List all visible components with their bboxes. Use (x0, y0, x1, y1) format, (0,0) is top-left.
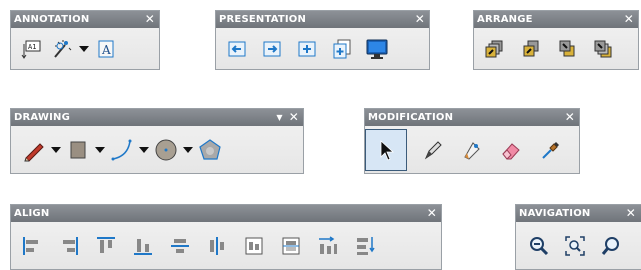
zoom-fit-icon[interactable] (562, 233, 588, 259)
annotation-dropdown-arrow-icon[interactable] (79, 36, 89, 62)
polygon-icon[interactable] (197, 137, 223, 163)
space-vertical-icon[interactable] (352, 233, 378, 259)
align-bottom-icon[interactable] (130, 233, 156, 259)
fill-icon[interactable] (459, 137, 485, 163)
drawing-title: DRAWING (14, 112, 71, 123)
drawing-titlebar[interactable]: DRAWING ▼ ✕ (11, 109, 303, 126)
drawing-toolbar: DRAWING ▼ ✕ (10, 108, 304, 174)
zoom-out-icon[interactable] (526, 233, 552, 259)
svg-text:A1: A1 (28, 43, 36, 51)
arrow-right-icon[interactable] (259, 36, 285, 62)
navigation-close-button[interactable]: ✕ (626, 205, 636, 222)
arrow-left-icon[interactable] (224, 36, 250, 62)
presentation-title: PRESENTATION (219, 14, 307, 25)
navigation-titlebar[interactable]: NAVIGATION ✕ (516, 205, 641, 222)
presentation-close-button[interactable]: ✕ (415, 11, 425, 28)
navigation-title: NAVIGATION (519, 208, 591, 219)
magic-wand-icon[interactable] (49, 36, 75, 62)
modification-titlebar[interactable]: MODIFICATION ✕ (365, 109, 579, 126)
align-right-icon[interactable] (56, 233, 82, 259)
align-left-icon[interactable] (19, 233, 45, 259)
bring-to-front-icon[interactable] (482, 36, 508, 62)
space-horizontal-icon[interactable] (315, 233, 341, 259)
rectangle-dropdown-arrow-icon[interactable] (95, 137, 105, 163)
arc-icon[interactable] (109, 137, 135, 163)
new-page-icon[interactable] (329, 36, 355, 62)
annotation-titlebar[interactable]: ANNOTATION ✕ (11, 11, 159, 28)
pencil-dropdown-arrow-icon[interactable] (51, 137, 61, 163)
align-toolbar: ALIGN ✕ (10, 204, 442, 270)
zoom-in-icon[interactable] (598, 233, 624, 259)
add-slide-icon[interactable] (294, 36, 320, 62)
rectangle-icon[interactable] (65, 137, 91, 163)
circle-icon[interactable] (153, 137, 179, 163)
align-center-vertical-icon[interactable] (204, 233, 230, 259)
distribute-horizontal-icon[interactable] (241, 233, 267, 259)
align-top-icon[interactable] (93, 233, 119, 259)
send-backward-icon[interactable] (554, 36, 580, 62)
annotation-toolbar: ANNOTATION ✕ A1 A (10, 10, 160, 70)
navigation-toolbar: NAVIGATION ✕ (515, 204, 641, 270)
send-to-back-icon[interactable] (590, 36, 616, 62)
distribute-vertical-icon[interactable] (278, 233, 304, 259)
presentation-toolbar: PRESENTATION ✕ (215, 10, 430, 70)
eraser-icon[interactable] (498, 137, 524, 163)
arrange-title: ARRANGE (477, 14, 533, 25)
eyedropper-icon[interactable] (537, 137, 563, 163)
align-titlebar[interactable]: ALIGN ✕ (11, 205, 441, 222)
align-close-button[interactable]: ✕ (427, 205, 437, 222)
pen-icon[interactable] (420, 137, 446, 163)
text-frame-icon[interactable]: A (93, 36, 119, 62)
monitor-icon[interactable] (364, 36, 390, 62)
pointer-icon[interactable] (365, 128, 407, 171)
text-box-icon[interactable]: A1 (19, 36, 45, 62)
arrange-titlebar[interactable]: ARRANGE ✕ (474, 11, 638, 28)
arc-dropdown-arrow-icon[interactable] (139, 137, 149, 163)
modification-title: MODIFICATION (368, 112, 454, 123)
svg-text:A: A (101, 43, 111, 57)
annotation-title: ANNOTATION (14, 14, 90, 25)
drawing-close-button[interactable]: ✕ (289, 109, 299, 126)
align-title: ALIGN (14, 208, 50, 219)
presentation-titlebar[interactable]: PRESENTATION ✕ (216, 11, 429, 28)
drawing-menu-button[interactable]: ▼ (276, 109, 282, 126)
circle-dropdown-arrow-icon[interactable] (183, 137, 193, 163)
modification-toolbar: MODIFICATION ✕ (364, 108, 580, 174)
arrange-close-button[interactable]: ✕ (624, 11, 634, 28)
annotation-close-button[interactable]: ✕ (145, 11, 155, 28)
align-center-horizontal-icon[interactable] (167, 233, 193, 259)
bring-forward-icon[interactable] (518, 36, 544, 62)
pencil-icon[interactable] (21, 137, 47, 163)
arrange-toolbar: ARRANGE ✕ (473, 10, 639, 70)
modification-close-button[interactable]: ✕ (565, 109, 575, 126)
